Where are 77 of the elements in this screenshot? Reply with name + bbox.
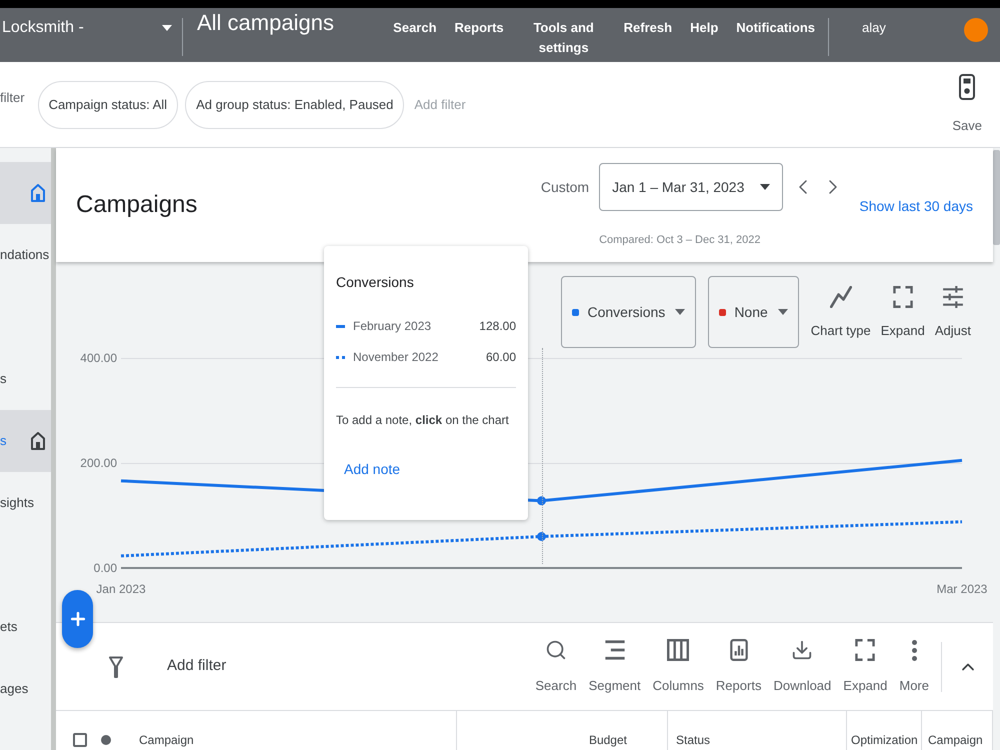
- legend-label: February 2023: [353, 318, 432, 335]
- checkbox[interactable]: [73, 733, 87, 747]
- page-title: All campaigns: [197, 10, 334, 36]
- filter-icon: [109, 656, 123, 678]
- caret-down-icon: [675, 309, 686, 315]
- chart-tool-button[interactable]: Expand: [880, 276, 925, 340]
- save-icon: [959, 74, 976, 100]
- sidebar-item[interactable]: ets: [0, 596, 51, 658]
- legend-value: 128.00: [479, 318, 516, 335]
- add-note-link[interactable]: Add note: [344, 459, 400, 479]
- nav-link[interactable]: Search: [393, 18, 437, 38]
- save-button[interactable]: Save: [952, 62, 982, 134]
- expand-icon: [854, 639, 876, 661]
- nav-link[interactable]: Tools and settings: [522, 18, 606, 58]
- caret-down-icon[interactable]: [162, 25, 172, 31]
- line-chart-icon: [830, 286, 852, 308]
- nav-link[interactable]: Notifications: [736, 18, 815, 38]
- filter-link[interactable]: filter: [0, 90, 25, 106]
- metric-dropdown[interactable]: Conversions: [561, 276, 696, 348]
- page-heading: Campaigns: [76, 190, 198, 220]
- toolbar-button[interactable]: Segment: [588, 639, 641, 694]
- expand-icon: [892, 286, 914, 308]
- date-range-label: Custom: [540, 178, 590, 197]
- lines-icon: [604, 639, 626, 661]
- nav-link[interactable]: Help: [690, 18, 718, 38]
- scrollbar[interactable]: [993, 148, 1000, 750]
- scrollbar-thumb[interactable]: [993, 150, 1000, 245]
- download-icon: [791, 639, 814, 661]
- toolbar-button[interactable]: Search: [535, 639, 577, 694]
- filter-chip[interactable]: Ad group status: Enabled, Paused: [185, 80, 404, 128]
- add-button[interactable]: [62, 590, 93, 648]
- search-icon: [544, 639, 567, 661]
- chart-tool-button[interactable]: Adjust: [934, 276, 971, 340]
- sidebar-item[interactable]: s: [0, 348, 51, 410]
- column-header[interactable]: Budget: [588, 733, 627, 750]
- nav-link[interactable]: Reports: [454, 18, 504, 38]
- legend-label: November 2022: [353, 349, 438, 366]
- account-name[interactable]: Locksmith -: [2, 18, 84, 38]
- toolbar-button[interactable]: Reports: [716, 639, 762, 694]
- y-axis-label: 0.00: [94, 561, 117, 575]
- toolbar-button[interactable]: More: [899, 639, 929, 694]
- column-header[interactable]: Status: [676, 733, 710, 750]
- sliders-icon: [942, 286, 964, 308]
- tooltip-hint: To add a note, click on the chart: [336, 412, 510, 429]
- date-range-dropdown[interactable]: Jan 1 – Mar 31, 2023: [599, 163, 784, 211]
- sidebar-item[interactable]: [0, 162, 51, 224]
- comparison-range: Compared: Oct 3 – Dec 31, 2022: [599, 233, 762, 247]
- filter-chip[interactable]: Campaign status: All: [38, 80, 178, 128]
- column-header[interactable]: Campaign: [139, 733, 194, 747]
- sidebar-item[interactable]: sights: [0, 472, 51, 534]
- show-last-30-days-link[interactable]: Show last 30 days: [859, 196, 973, 216]
- tooltip-title: Conversions: [336, 273, 415, 292]
- user-name[interactable]: alay: [862, 18, 886, 38]
- x-axis-label: Jan 2023: [96, 582, 146, 596]
- metric-dropdown[interactable]: None: [708, 276, 799, 348]
- column-header[interactable]: Optimization: [851, 733, 918, 750]
- add-filter-button[interactable]: Add filter: [109, 655, 226, 678]
- caret-down-icon: [778, 309, 788, 315]
- x-axis-label: Mar 2023: [936, 582, 988, 596]
- y-axis-label: 200.00: [80, 456, 117, 470]
- nav-link[interactable]: Refresh: [624, 18, 672, 38]
- toolbar-button[interactable]: Expand: [843, 639, 888, 694]
- caret-down-icon: [760, 184, 770, 190]
- legend-value: 60.00: [486, 349, 516, 366]
- sidebar-item[interactable]: ndations: [0, 224, 51, 286]
- sidebar-item[interactable]: s: [0, 410, 51, 472]
- more-icon: [912, 640, 917, 660]
- dotted-line-icon: [336, 356, 345, 358]
- column-header[interactable]: Campaign: [928, 733, 983, 750]
- user-avatar[interactable]: [964, 18, 988, 42]
- columns-icon: [667, 639, 690, 661]
- bar-chart-document-icon: [728, 639, 750, 661]
- chart-tool-button[interactable]: Chart type: [810, 276, 871, 340]
- toolbar-button[interactable]: Download: [773, 639, 832, 694]
- y-axis-label: 400.00: [80, 351, 117, 365]
- sidebar-item[interactable]: ages: [0, 658, 51, 720]
- toolbar-button[interactable]: Columns: [652, 639, 704, 694]
